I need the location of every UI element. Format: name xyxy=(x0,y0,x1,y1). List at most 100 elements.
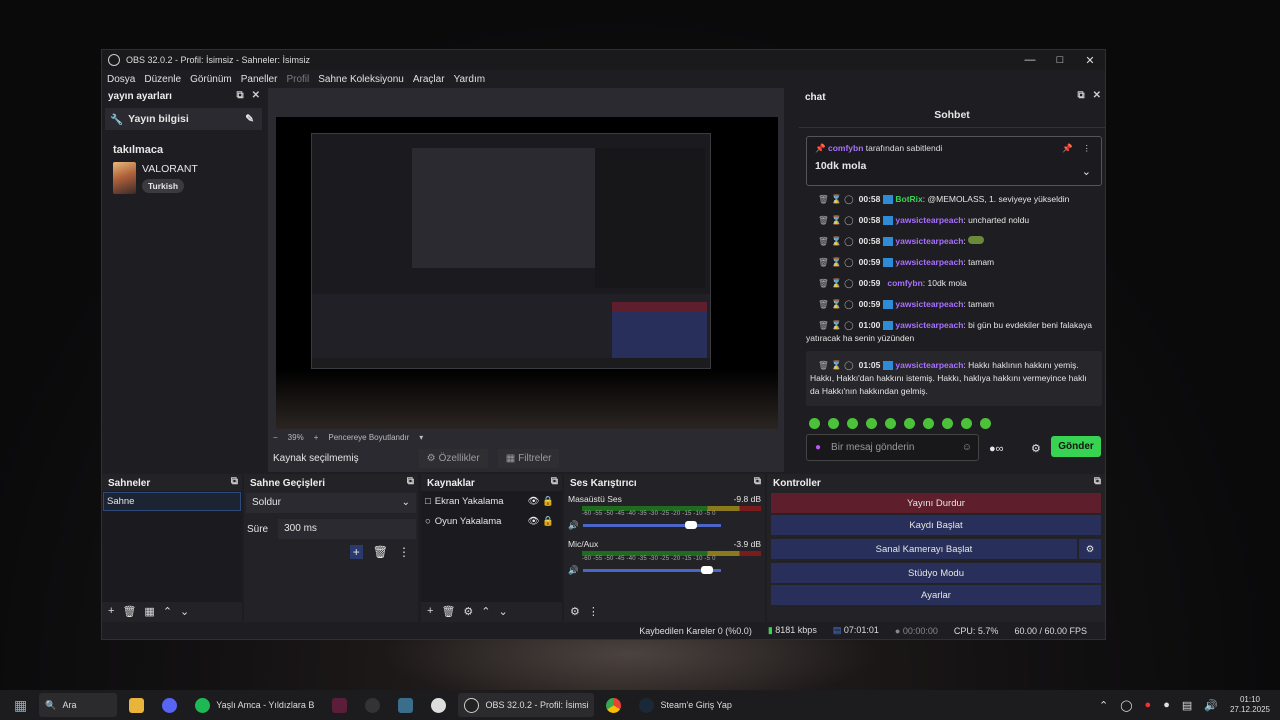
add-icon[interactable]: + xyxy=(349,545,363,559)
app-tray-icon[interactable]: ◯ xyxy=(1120,699,1132,712)
up-icon[interactable]: ⌃ xyxy=(481,605,490,618)
preview-canvas[interactable] xyxy=(276,117,778,429)
menu-help[interactable]: Yardım xyxy=(454,74,486,85)
gear-icon[interactable]: ⚙ xyxy=(463,605,473,618)
chevron-down-icon[interactable]: ⌄ xyxy=(1082,165,1091,178)
studio-mode-button[interactable]: Stüdyo Modu xyxy=(771,563,1101,583)
filters-button[interactable]: ▦ Filtreler xyxy=(497,448,560,468)
obs-app[interactable]: OBS 32.0.2 - Profil: İsimsi xyxy=(458,693,595,717)
source-item[interactable]: ○ Oyun Yakalama 👁 🔒 xyxy=(421,511,562,531)
close-icon[interactable]: ✕ xyxy=(1075,50,1105,70)
send-button[interactable]: Gönder xyxy=(1051,436,1101,457)
eye-icon[interactable]: 👁 xyxy=(527,516,539,527)
search-box[interactable]: 🔍 Ara xyxy=(39,693,118,717)
chrome-icon[interactable] xyxy=(600,693,627,717)
chevron-up-icon[interactable]: ⌃ xyxy=(1099,699,1108,712)
slider-knob[interactable] xyxy=(701,566,714,574)
zoom-out-button[interactable]: − xyxy=(273,433,278,442)
file-explorer-icon[interactable] xyxy=(123,693,150,717)
app-icon[interactable] xyxy=(359,693,386,717)
scene-item[interactable]: Sahne xyxy=(103,492,241,511)
float-icon[interactable]: ⧉ xyxy=(407,476,414,487)
eye-icon[interactable]: 👁 xyxy=(527,496,539,507)
float-icon[interactable]: ⧉ xyxy=(231,476,238,487)
zoom-in-button[interactable]: + xyxy=(314,433,319,442)
discord-icon[interactable] xyxy=(156,693,183,717)
menu-view[interactable]: Görünüm xyxy=(190,74,232,85)
app-tray-icon[interactable]: ● xyxy=(1145,699,1152,711)
chevron-down-icon[interactable]: ▾ xyxy=(419,433,423,442)
transition-select[interactable]: Soldur ⌄ xyxy=(246,493,416,513)
network-icon[interactable]: ▤ xyxy=(1182,699,1192,712)
app-icon[interactable] xyxy=(425,693,452,717)
emote-icon[interactable] xyxy=(866,418,877,429)
start-recording-button[interactable]: Kaydı Başlat xyxy=(771,515,1101,535)
channel-points-icon[interactable]: ●∞ xyxy=(989,443,1004,455)
add-icon[interactable]: + xyxy=(427,605,433,617)
gear-icon[interactable]: ⚙ xyxy=(1079,539,1101,559)
menu-scene-collection[interactable]: Sahne Koleksiyonu xyxy=(318,74,404,85)
lock-icon[interactable]: 🔒 xyxy=(542,496,554,507)
slider-knob[interactable] xyxy=(684,521,697,529)
trash-icon[interactable]: 🗑 xyxy=(441,605,455,618)
emote-icon[interactable] xyxy=(885,418,896,429)
down-icon[interactable]: ⌄ xyxy=(180,605,189,618)
emote-icon[interactable] xyxy=(828,418,839,429)
float-icon[interactable]: ⧉ xyxy=(551,476,558,487)
settings-button[interactable]: Ayarlar xyxy=(771,585,1101,605)
emote-icon[interactable] xyxy=(923,418,934,429)
float-icon[interactable]: ⧉ xyxy=(754,476,761,487)
emote-icon[interactable] xyxy=(904,418,915,429)
emote-icon[interactable] xyxy=(847,418,858,429)
edit-icon[interactable]: ✎ xyxy=(245,113,254,125)
up-icon[interactable]: ⌃ xyxy=(163,605,172,618)
advanced-audio-icon[interactable]: ⚙ xyxy=(570,605,580,618)
emote-icon[interactable] xyxy=(942,418,953,429)
float-icon[interactable]: ⧉ xyxy=(236,90,243,101)
app-icon[interactable] xyxy=(392,693,419,717)
spotify-app[interactable]: Yaşlı Amca - Yıldızlara B xyxy=(189,693,320,717)
emote-icon[interactable] xyxy=(809,418,820,429)
trash-icon[interactable]: 🗑 xyxy=(373,545,388,559)
emote-icon[interactable] xyxy=(961,418,972,429)
menu-file[interactable]: Dosya xyxy=(107,74,135,85)
menu-docks[interactable]: Paneller xyxy=(241,74,278,85)
gear-icon[interactable]: ⚙ xyxy=(1031,442,1041,455)
volume-slider[interactable] xyxy=(582,521,721,529)
filter-icon[interactable]: ▦ xyxy=(144,605,154,618)
more-icon[interactable]: ⋮ xyxy=(1083,143,1092,154)
menu-edit[interactable]: Düzenle xyxy=(144,74,181,85)
volume-icon[interactable]: 🔊 xyxy=(1204,699,1218,712)
clock[interactable]: 01:10 27.12.2025 xyxy=(1230,695,1270,715)
menu-tools[interactable]: Araçlar xyxy=(413,74,445,85)
add-icon[interactable]: + xyxy=(108,605,114,617)
more-icon[interactable]: ⋮ xyxy=(588,605,599,618)
steam-app[interactable]: Steam'e Giriş Yap xyxy=(633,693,737,717)
maximize-icon[interactable]: □ xyxy=(1045,50,1075,70)
close-icon[interactable]: ✕ xyxy=(1093,90,1101,101)
menu-profile[interactable]: Profil xyxy=(286,74,309,85)
stop-stream-button[interactable]: Yayını Durdur xyxy=(771,493,1101,513)
emoji-icon[interactable]: ☺ xyxy=(962,442,972,453)
speaker-icon[interactable]: 🔊 xyxy=(568,520,579,531)
pin-toggle-icon[interactable]: 📌 xyxy=(1062,143,1073,154)
source-item[interactable]: □ Ekran Yakalama 👁 🔒 xyxy=(421,491,562,511)
lock-icon[interactable]: 🔒 xyxy=(542,516,554,527)
duration-field[interactable]: 300 ms xyxy=(278,519,416,539)
volume-slider[interactable] xyxy=(582,566,721,574)
app-icon[interactable] xyxy=(326,693,353,717)
close-icon[interactable]: ✕ xyxy=(252,90,260,101)
fit-window-label[interactable]: Pencereye Boyutlandır xyxy=(328,433,409,442)
down-icon[interactable]: ⌄ xyxy=(499,605,508,618)
emote-icon[interactable] xyxy=(980,418,991,429)
speaker-icon[interactable]: 🔊 xyxy=(568,565,579,576)
trash-icon[interactable]: 🗑 xyxy=(122,605,136,618)
properties-button[interactable]: ⚙ Özellikler xyxy=(418,448,488,468)
float-icon[interactable]: ⧉ xyxy=(1077,90,1084,101)
mic-icon[interactable]: ● xyxy=(1163,699,1170,711)
start-button[interactable]: ▦ xyxy=(8,693,33,717)
minimize-icon[interactable]: — xyxy=(1015,50,1045,70)
start-virtual-camera-button[interactable]: Sanal Kamerayı Başlat xyxy=(771,539,1077,559)
more-icon[interactable]: ⋮ xyxy=(398,545,410,559)
float-icon[interactable]: ⧉ xyxy=(1094,476,1101,487)
